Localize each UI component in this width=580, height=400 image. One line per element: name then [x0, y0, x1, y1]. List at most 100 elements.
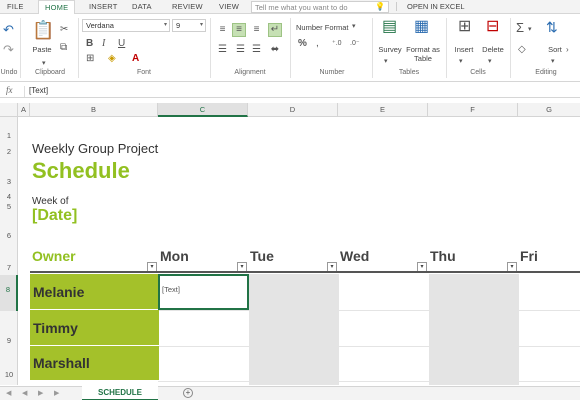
owner-cell-marshall[interactable]: Marshall	[30, 346, 159, 381]
clear-icon[interactable]: ◇	[518, 44, 526, 56]
row-header-7[interactable]: 7	[0, 263, 18, 272]
formula-input[interactable]: [Text]	[24, 86, 48, 97]
header-owner[interactable]: Owner	[32, 248, 76, 264]
column-header-f[interactable]: F	[428, 103, 518, 117]
add-sheet-icon[interactable]: +	[183, 388, 193, 398]
column-header-g[interactable]: G	[518, 103, 580, 117]
font-name-select[interactable]: Verdana ▾	[82, 19, 170, 32]
cut-icon[interactable]: ✂	[60, 24, 68, 36]
increase-decimal-icon[interactable]: ⁺.0	[332, 38, 342, 50]
first-sheet-icon[interactable]: ◀	[6, 389, 11, 397]
number-format-select[interactable]: Number Format	[296, 23, 349, 32]
header-fri[interactable]: Fri	[520, 248, 538, 264]
row-header-9[interactable]: 9	[0, 336, 18, 345]
active-cell-c8[interactable]: [Text]	[158, 274, 249, 310]
tab-file[interactable]: FILE	[7, 2, 24, 11]
group-label-number: Number	[319, 69, 345, 76]
paste-button[interactable]: Paste	[30, 45, 54, 54]
chevron-down-icon[interactable]: ▾	[551, 56, 555, 68]
column-header-bar: A B C D E F G	[0, 103, 580, 117]
row-header-3[interactable]: 3	[0, 177, 18, 186]
bold-button[interactable]: B	[86, 38, 93, 50]
insert-button[interactable]: Insert	[450, 45, 478, 54]
week-of-label[interactable]: Week of	[32, 196, 69, 207]
insert-cells-icon[interactable]: ⊞	[458, 18, 471, 36]
align-bottom-icon[interactable]: ≡	[250, 24, 263, 36]
owner-cell-timmy[interactable]: Timmy	[30, 310, 159, 346]
percent-icon[interactable]: %	[298, 38, 307, 50]
align-right-icon[interactable]: ☰	[250, 44, 263, 56]
sheet-tab-schedule[interactable]: SCHEDULE	[82, 386, 158, 400]
italic-button[interactable]: I	[102, 38, 105, 50]
row-header-4[interactable]: 4	[0, 192, 18, 201]
format-as-table-icon[interactable]: ▦	[414, 18, 429, 36]
align-left-icon[interactable]: ☰	[216, 44, 229, 56]
chevron-down-icon: ▾	[163, 22, 167, 28]
chevron-down-icon[interactable]: ▾	[459, 56, 463, 68]
survey-button[interactable]: Survey	[376, 45, 404, 54]
wrap-text-icon[interactable]: ↵	[268, 23, 282, 37]
header-thu[interactable]: Thu	[430, 248, 456, 264]
row-header-6[interactable]: 6	[0, 231, 18, 240]
ribbon-scroll-icon[interactable]: ›	[566, 44, 569, 56]
column-header-a[interactable]: A	[18, 103, 30, 117]
tab-home[interactable]: HOME	[38, 0, 76, 15]
row-header-1[interactable]: 1	[0, 131, 18, 140]
font-color-icon[interactable]: A	[132, 53, 139, 65]
comma-icon[interactable]: ,	[316, 38, 319, 50]
header-tue[interactable]: Tue	[250, 248, 274, 264]
row-header-2[interactable]: 2	[0, 147, 18, 156]
autosum-icon[interactable]: Σ	[516, 21, 524, 34]
header-wed[interactable]: Wed	[340, 248, 369, 264]
tab-view[interactable]: VIEW	[219, 2, 239, 11]
underline-button[interactable]: U	[118, 38, 125, 50]
merge-center-icon[interactable]: ⬌	[268, 44, 282, 56]
open-in-excel-button[interactable]: OPEN IN EXCEL	[396, 2, 465, 11]
fx-icon[interactable]: fx	[6, 85, 13, 95]
column-header-e[interactable]: E	[338, 103, 428, 117]
chevron-down-icon[interactable]: ▾	[352, 21, 356, 33]
column-header-c[interactable]: C	[158, 103, 248, 117]
sort-icon[interactable]: ⇅	[546, 18, 558, 36]
owner-cell-melanie[interactable]: Melanie	[30, 274, 159, 310]
prev-sheet-icon[interactable]: ◀	[22, 389, 27, 397]
project-subtitle[interactable]: Weekly Group Project	[32, 141, 158, 156]
group-separator	[446, 18, 447, 78]
decrease-decimal-icon[interactable]: .0⁻	[350, 38, 360, 50]
last-sheet-icon[interactable]: ▶	[54, 389, 59, 397]
column-header-d[interactable]: D	[248, 103, 338, 117]
row-header-5[interactable]: 5	[0, 202, 18, 211]
row-header-8[interactable]: 8	[0, 275, 18, 311]
borders-icon[interactable]: ⊞	[86, 53, 94, 65]
paste-icon[interactable]: 📋	[32, 20, 54, 40]
align-middle-icon[interactable]: ≡	[232, 23, 246, 37]
align-top-icon[interactable]: ≡	[216, 24, 229, 36]
column-header-b[interactable]: B	[30, 103, 158, 117]
chevron-down-icon[interactable]: ▾	[384, 56, 388, 68]
format-as-table-button[interactable]: Format as Table	[404, 45, 442, 63]
align-center-icon[interactable]: ☰	[234, 44, 247, 56]
fill-color-icon[interactable]: ◈	[108, 53, 116, 65]
schedule-title[interactable]: Schedule	[32, 158, 130, 184]
tab-data[interactable]: DATA	[132, 2, 152, 11]
group-label-font: Font	[136, 69, 151, 76]
tab-insert[interactable]: INSERT	[89, 2, 118, 11]
font-size-select[interactable]: 9 ▾	[172, 19, 206, 32]
date-placeholder[interactable]: [Date]	[32, 207, 77, 225]
redo-icon[interactable]: ↷	[3, 43, 14, 56]
row-header-10[interactable]: 10	[0, 370, 18, 379]
next-sheet-icon[interactable]: ▶	[38, 389, 43, 397]
delete-cells-icon[interactable]: ⊟	[486, 18, 499, 36]
header-mon[interactable]: Mon	[160, 248, 189, 264]
copy-icon[interactable]: ⧉	[60, 42, 67, 54]
undo-icon[interactable]: ↶	[3, 23, 14, 36]
chevron-down-icon[interactable]: ▾	[528, 24, 532, 36]
worksheet-grid[interactable]: A B C D E F G 1 2 3 4 5 6 7 8 9 10 Weekl…	[0, 103, 580, 385]
chevron-down-icon[interactable]: ▾	[488, 56, 492, 68]
tab-review[interactable]: REVIEW	[172, 2, 203, 11]
sort-button[interactable]: Sort	[542, 45, 568, 54]
delete-button[interactable]: Delete	[479, 45, 507, 54]
survey-icon[interactable]: ▤	[382, 18, 397, 36]
select-all-corner[interactable]	[0, 103, 18, 117]
tell-me-search-input[interactable]: Tell me what you want to do 💡	[251, 1, 389, 13]
